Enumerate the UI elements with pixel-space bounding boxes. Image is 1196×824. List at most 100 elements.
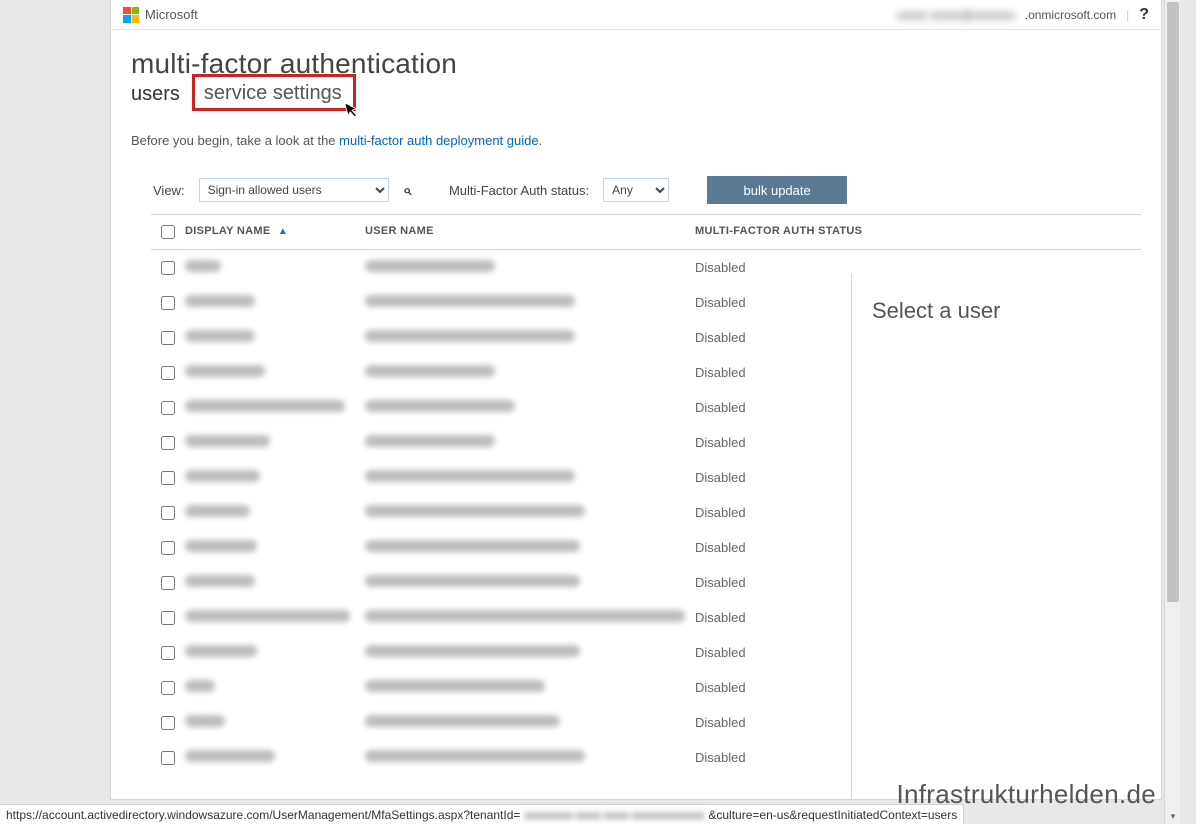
row-checkbox[interactable] <box>161 471 175 485</box>
user-name-blurred <box>365 645 580 657</box>
mfa-status-value: Disabled <box>695 400 865 415</box>
top-bar: Microsoft xxxxx xxxxx@xxxxxxx .onmicroso… <box>111 0 1161 30</box>
mfa-status-value: Disabled <box>695 750 865 765</box>
brand-text: Microsoft <box>145 7 198 22</box>
user-name-blurred <box>365 715 560 727</box>
row-checkbox[interactable] <box>161 576 175 590</box>
tab-users[interactable]: users <box>131 83 180 106</box>
user-name-blurred <box>365 750 585 762</box>
status-url-part1: https://account.activedirectory.windowsa… <box>6 808 520 822</box>
page-title: multi-factor authentication <box>131 48 1141 80</box>
row-checkbox[interactable] <box>161 611 175 625</box>
mfa-status-value: Disabled <box>695 365 865 380</box>
row-checkbox[interactable] <box>161 506 175 520</box>
cursor-icon <box>343 99 362 123</box>
sort-asc-icon: ▲ <box>278 226 288 237</box>
user-name-blurred <box>365 295 575 307</box>
mfa-status-value: Disabled <box>695 260 865 275</box>
user-name-blurred <box>365 365 495 377</box>
top-right: xxxxx xxxxx@xxxxxxx .onmicrosoft.com | ? <box>897 6 1149 24</box>
mfa-status-value: Disabled <box>695 715 865 730</box>
mfa-status-value: Disabled <box>695 470 865 485</box>
deployment-guide-link[interactable]: multi-factor auth deployment guide <box>339 133 538 148</box>
tabs: users service settings <box>131 82 1141 107</box>
user-name-blurred <box>365 540 580 552</box>
user-name-blurred <box>365 680 545 692</box>
heading-area: multi-factor authentication users servic… <box>111 30 1161 204</box>
display-name-blurred <box>185 645 257 657</box>
row-checkbox[interactable] <box>161 331 175 345</box>
mfa-status-value: Disabled <box>695 295 865 310</box>
bulk-update-button[interactable]: bulk update <box>707 176 847 204</box>
tab-service-settings-label: service settings <box>204 82 342 104</box>
display-name-blurred <box>185 295 255 307</box>
user-name-blurred <box>365 260 495 272</box>
intro-text: Before you begin, take a look at the mul… <box>131 133 1141 148</box>
account-domain: .onmicrosoft.com <box>1025 8 1116 22</box>
row-checkbox[interactable] <box>161 541 175 555</box>
row-checkbox[interactable] <box>161 716 175 730</box>
separator: | <box>1126 8 1129 22</box>
user-name-blurred <box>365 435 495 447</box>
row-checkbox[interactable] <box>161 296 175 310</box>
display-name-blurred <box>185 470 260 482</box>
row-checkbox[interactable] <box>161 681 175 695</box>
user-name-blurred <box>365 470 575 482</box>
display-name-blurred <box>185 715 225 727</box>
mfa-status-value: Disabled <box>695 575 865 590</box>
scrollbar-thumb[interactable] <box>1167 2 1179 602</box>
display-name-blurred <box>185 365 265 377</box>
scroll-down-icon[interactable]: ▾ <box>1165 808 1181 824</box>
view-label: View: <box>153 183 185 198</box>
user-name-blurred <box>365 610 685 622</box>
mfa-status-value: Disabled <box>695 505 865 520</box>
mfa-status-label: Multi-Factor Auth status: <box>449 183 589 198</box>
display-name-blurred <box>185 750 275 762</box>
mfa-status-value: Disabled <box>695 330 865 345</box>
browser-status-url: https://account.activedirectory.windowsa… <box>0 804 964 824</box>
user-name-blurred <box>365 400 515 412</box>
search-icon[interactable]: ⌕ <box>403 182 411 199</box>
header-mfa-status[interactable]: MULTI-FACTOR AUTH STATUS <box>695 225 865 237</box>
row-checkbox[interactable] <box>161 751 175 765</box>
filter-row: View: Sign-in allowed users ⌕ Multi-Fact… <box>153 176 1141 204</box>
header-user-name[interactable]: USER NAME <box>365 225 695 237</box>
header-display-name[interactable]: DISPLAY NAME ▲ <box>185 225 365 237</box>
display-name-blurred <box>185 575 255 587</box>
side-panel-title: Select a user <box>872 298 1141 324</box>
row-checkbox[interactable] <box>161 261 175 275</box>
row-checkbox[interactable] <box>161 366 175 380</box>
display-name-blurred <box>185 400 345 412</box>
help-icon[interactable]: ? <box>1139 6 1149 24</box>
status-url-part2: &culture=en-us&requestInitiatedContext=u… <box>708 808 957 822</box>
mfa-status-value: Disabled <box>695 540 865 555</box>
intro-after: . <box>539 133 543 148</box>
table-header: DISPLAY NAME ▲ USER NAME MULTI-FACTOR AU… <box>151 215 1141 250</box>
display-name-blurred <box>185 540 257 552</box>
display-name-blurred <box>185 330 255 342</box>
status-url-blur: xxxxxxxx-xxxx-xxxx-xxxxxxxxxxxx <box>520 808 708 822</box>
tab-service-settings[interactable]: service settings <box>198 82 348 107</box>
mfa-status-value: Disabled <box>695 435 865 450</box>
row-checkbox[interactable] <box>161 646 175 660</box>
user-name-blurred <box>365 330 575 342</box>
mfa-status-value: Disabled <box>695 610 865 625</box>
select-all-checkbox[interactable] <box>161 225 175 239</box>
user-name-blurred <box>365 575 580 587</box>
display-name-blurred <box>185 610 350 622</box>
row-checkbox[interactable] <box>161 401 175 415</box>
account-name-blurred: xxxxx xxxxx@xxxxxxx <box>897 8 1015 22</box>
browser-scrollbar[interactable]: ▾ <box>1164 0 1180 824</box>
view-select[interactable]: Sign-in allowed users <box>199 178 389 202</box>
mfa-status-select[interactable]: Any <box>603 178 669 202</box>
display-name-blurred <box>185 260 221 272</box>
display-name-blurred <box>185 680 215 692</box>
page-container: Microsoft xxxxx xxxxx@xxxxxxx .onmicroso… <box>110 0 1162 800</box>
intro-before: Before you begin, take a look at the <box>131 133 339 148</box>
display-name-blurred <box>185 435 270 447</box>
row-checkbox[interactable] <box>161 436 175 450</box>
microsoft-logo[interactable]: Microsoft <box>123 7 198 23</box>
user-name-blurred <box>365 505 585 517</box>
header-display-name-label: DISPLAY NAME <box>185 225 271 237</box>
select-all-cell <box>151 225 185 239</box>
